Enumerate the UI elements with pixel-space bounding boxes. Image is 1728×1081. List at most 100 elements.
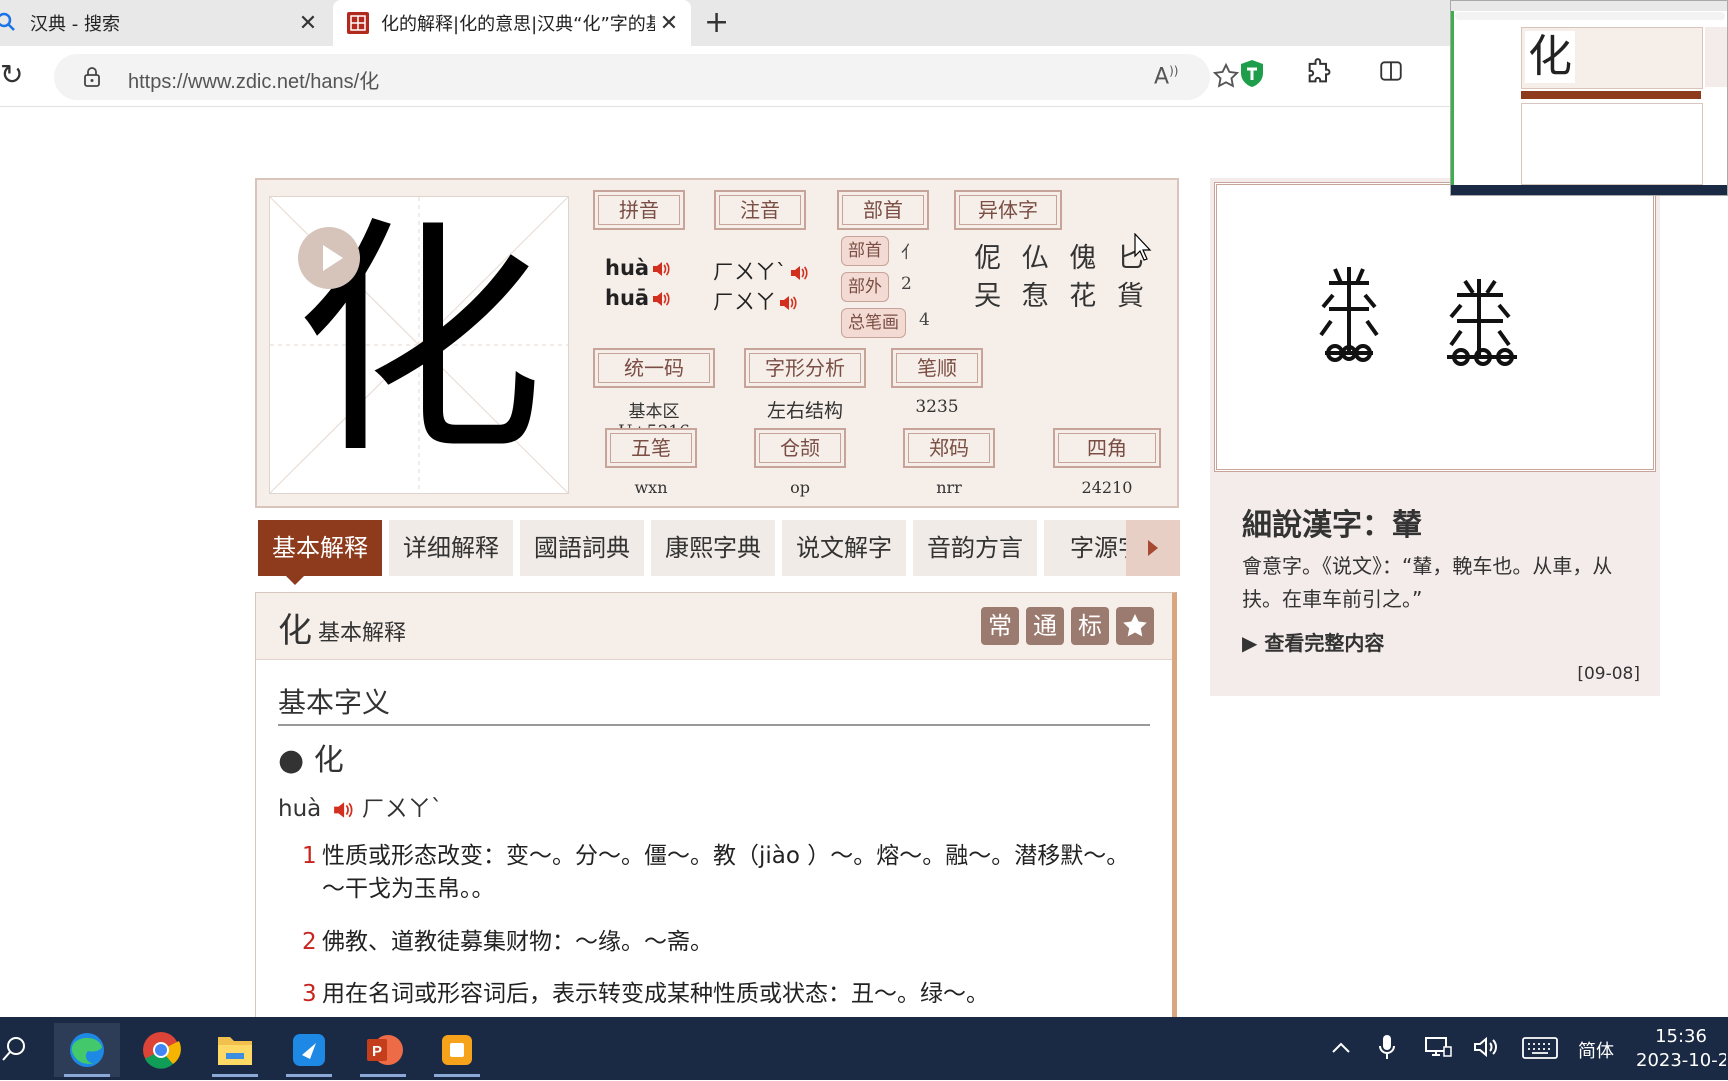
section-divider bbox=[278, 724, 1150, 726]
tab-basic-explanation[interactable]: 基本解释 bbox=[258, 520, 382, 576]
taskbar-app-orange[interactable] bbox=[424, 1023, 490, 1077]
badge-common[interactable]: 常 bbox=[981, 607, 1019, 645]
svg-text:P: P bbox=[372, 1043, 382, 1060]
pinyin-1[interactable]: huà bbox=[605, 256, 671, 280]
definition-number: 2 bbox=[302, 929, 317, 955]
tab-label: 化的解释|化的意思|汉典“化”字的基 bbox=[381, 14, 655, 35]
cangjie-value: op bbox=[790, 478, 810, 497]
play-stroke-animation-button[interactable] bbox=[298, 227, 360, 289]
definition-number: 3 bbox=[302, 981, 317, 1007]
speaker-icon[interactable] bbox=[778, 294, 798, 312]
active-indicator bbox=[434, 1074, 480, 1077]
taskbar-file-explorer[interactable] bbox=[202, 1023, 268, 1077]
entry-zhuyin: ㄏㄨㄚˋ bbox=[361, 796, 443, 822]
character-box: 化 bbox=[269, 196, 569, 494]
tabs-scroll-right-button[interactable] bbox=[1126, 520, 1180, 576]
favorite-button[interactable] bbox=[1116, 607, 1154, 645]
label-cangjie: 仓颉 bbox=[754, 428, 846, 468]
address-bar[interactable]: https://www.zdic.net/hans/化 A)) bbox=[54, 54, 1240, 100]
close-tab-icon[interactable]: ✕ bbox=[294, 11, 322, 36]
tab-shuowen-jiezi[interactable]: 说文解字 bbox=[782, 520, 906, 576]
ancient-script-image-frame[interactable] bbox=[1214, 182, 1656, 472]
volume-icon[interactable] bbox=[1472, 1035, 1500, 1059]
zhuyin-text: ㄏㄨㄚ bbox=[713, 290, 776, 314]
thumbnail-border bbox=[1451, 11, 1454, 185]
extensions-puzzle-icon[interactable] bbox=[1305, 58, 1333, 86]
badge-standard[interactable]: 标 bbox=[1071, 607, 1109, 645]
speaker-icon[interactable] bbox=[331, 800, 355, 820]
thumbnail-tabbar bbox=[1451, 1, 1727, 11]
shield-extension-icon[interactable] bbox=[1238, 58, 1266, 88]
definition-number: 1 bbox=[302, 843, 317, 869]
definition-item: 3 用在名词或形容词后，表示转变成某种性质或状态：丑～。绿～。 bbox=[302, 978, 1142, 1011]
messenger-app-icon bbox=[293, 1034, 325, 1066]
chrome-icon bbox=[143, 1032, 181, 1069]
zhuyin-1[interactable]: ㄏㄨㄚˋ bbox=[713, 256, 809, 286]
network-icon[interactable] bbox=[1424, 1035, 1452, 1059]
definition-char: 化 bbox=[278, 611, 312, 651]
lock-icon[interactable] bbox=[82, 66, 102, 88]
window-preview-thumbnail[interactable]: 化 bbox=[1450, 0, 1728, 196]
tab-zdic-hua[interactable]: 化的解释|化的意思|汉典“化”字的基 ✕ bbox=[333, 0, 691, 46]
thumbnail-tabs bbox=[1521, 91, 1701, 99]
tab-zdic-search[interactable]: 汉典 - 搜索 ✕ bbox=[0, 0, 330, 46]
tab-detailed-explanation[interactable]: 详细解释 bbox=[389, 520, 513, 576]
caret-right-icon: ▶ bbox=[1242, 631, 1258, 655]
label-zhuyin: 注音 bbox=[714, 190, 806, 230]
definition-header: 化 基本解释 常 通 标 bbox=[256, 593, 1172, 660]
star-icon bbox=[1123, 614, 1147, 637]
character-story-card: 細說漢字：輦 會意字。《说文》：“輦，輓车也。从車，从扶。在車车前引之。” ▶ … bbox=[1210, 178, 1660, 696]
structure-value: 左右结构 bbox=[766, 400, 843, 422]
definition-panel: 化 基本解释 常 通 标 基本字义 ● 化 huà ㄏㄨㄚˋ 1 性质或形态改变… bbox=[255, 592, 1177, 1017]
reload-icon[interactable]: ↻ bbox=[0, 60, 23, 90]
speaker-icon[interactable] bbox=[789, 264, 809, 282]
section-title: 基本字义 bbox=[278, 686, 391, 719]
zhuyin-text: ㄏㄨㄚˋ bbox=[713, 260, 787, 284]
speaker-icon[interactable] bbox=[651, 290, 671, 308]
zdic-logo-icon bbox=[347, 12, 369, 34]
thumbnail-right-card bbox=[1705, 27, 1727, 87]
buwai-value: 2 bbox=[901, 274, 912, 294]
story-title[interactable]: 細說漢字：輦 bbox=[1242, 500, 1422, 544]
new-tab-button[interactable]: + bbox=[704, 6, 729, 40]
speaker-icon[interactable] bbox=[651, 260, 671, 278]
taskbar-chrome[interactable] bbox=[128, 1023, 194, 1077]
microphone-icon[interactable] bbox=[1378, 1033, 1396, 1061]
sijiao-value: 24210 bbox=[1081, 478, 1133, 497]
chevron-right-icon bbox=[1148, 540, 1158, 556]
taskbar-app-blue[interactable] bbox=[276, 1023, 342, 1077]
ime-indicator[interactable]: 简体 bbox=[1578, 1037, 1614, 1063]
split-screen-icon[interactable] bbox=[1378, 58, 1404, 84]
web-page: 化 拼音 注音 部首 异体字 huà huā ㄏㄨㄚˋ ㄏㄨㄚ 部首 亻 部外 … bbox=[0, 107, 1728, 1017]
label-sijiao: 四角 bbox=[1053, 428, 1161, 468]
search-icon[interactable] bbox=[2, 1035, 28, 1063]
taskbar-edge[interactable] bbox=[54, 1023, 120, 1077]
definition-text: 佛教、道教徒募集财物：～缘。～斋。 bbox=[322, 929, 713, 955]
bushou-value[interactable]: 亻 bbox=[901, 238, 918, 263]
chevron-up-icon[interactable] bbox=[1330, 1039, 1352, 1057]
taskbar-clock[interactable]: 15:36 2023-10-24 bbox=[1636, 1025, 1726, 1073]
url-text[interactable]: https://www.zdic.net/hans/化 bbox=[128, 65, 379, 94]
read-aloud-icon[interactable]: A)) bbox=[1154, 64, 1178, 89]
keyboard-icon[interactable] bbox=[1522, 1037, 1558, 1059]
active-tab-pointer bbox=[286, 576, 304, 585]
pinyin-2[interactable]: huā bbox=[605, 286, 671, 310]
badge-general[interactable]: 通 bbox=[1026, 607, 1064, 645]
view-full-content-label: 查看完整内容 bbox=[1264, 631, 1385, 655]
thumbnail-character: 化 bbox=[1525, 31, 1575, 83]
strokes-tag: 总笔画 bbox=[841, 308, 906, 338]
definition-item: 2 佛教、道教徒募集财物：～缘。～斋。 bbox=[302, 926, 1142, 959]
zhuyin-2[interactable]: ㄏㄨㄚ bbox=[713, 286, 798, 316]
pinyin-text: huà bbox=[605, 256, 650, 280]
close-tab-icon[interactable]: ✕ bbox=[655, 11, 683, 36]
thumbnail-addressbar bbox=[1455, 12, 1725, 20]
view-full-content-link[interactable]: ▶ 查看完整内容 bbox=[1242, 627, 1384, 656]
taskbar-powerpoint[interactable]: P bbox=[350, 1023, 416, 1077]
clock-time: 15:36 bbox=[1655, 1026, 1707, 1047]
definition-text: 用在名词或形容词后，表示转变成某种性质或状态：丑～。绿～。 bbox=[322, 981, 989, 1007]
tab-guoyu-cidian[interactable]: 國語詞典 bbox=[520, 520, 644, 576]
favorite-star-icon[interactable] bbox=[1212, 62, 1240, 90]
tab-kangxi-zidian[interactable]: 康熙字典 bbox=[651, 520, 775, 576]
definition-text: 性质或形态改变：变～。分～。僵～。教（jiào ）～。熔～。融～。潜移默～。～干… bbox=[322, 843, 1130, 902]
tab-yinyun-fangyan[interactable]: 音韵方言 bbox=[913, 520, 1037, 576]
